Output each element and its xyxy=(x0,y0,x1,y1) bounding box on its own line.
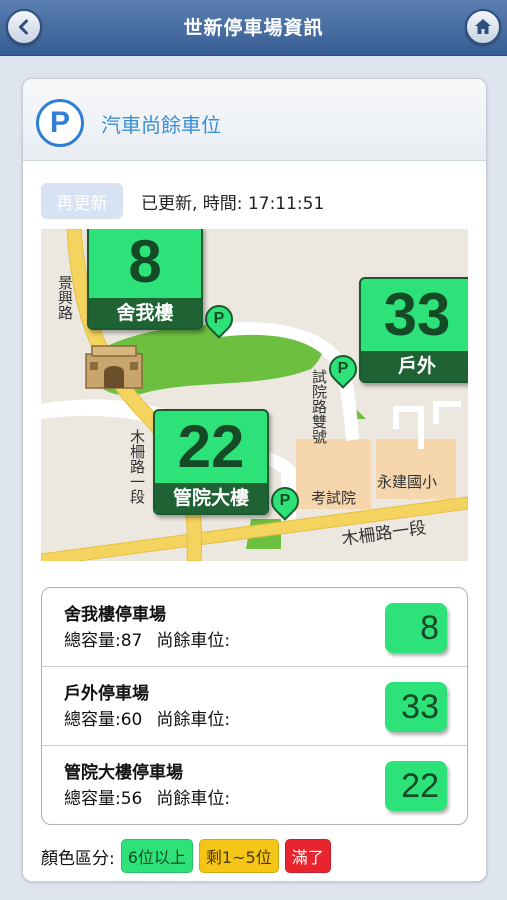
map-badge-shewo[interactable]: 8 舍我樓 xyxy=(87,229,203,330)
legend-chip-available: 6位以上 xyxy=(120,839,193,873)
lot-count-badge: 22 xyxy=(385,761,447,811)
road-label-muzha-vertical: 木柵路一段 xyxy=(128,429,146,504)
map-badge-management[interactable]: 22 管院大樓 xyxy=(153,409,269,515)
badge-count: 22 xyxy=(177,413,245,480)
road-label-jingxing: 景興路 xyxy=(56,275,74,320)
badge-label: 舍我樓 xyxy=(89,298,201,328)
page-title: 世新停車場資訊 xyxy=(183,17,324,39)
parking-card: P 汽車尚餘車位 再更新 已更新, 時間: 17:11:51 景興路 試院路雙號… xyxy=(22,78,487,882)
legend-label: 顏色區分: xyxy=(41,848,115,869)
map-badge-outdoor[interactable]: 33 戶外 xyxy=(359,277,468,383)
update-status: 已更新, 時間: 17:11:51 xyxy=(141,194,325,214)
legend-chip-few: 剩1~5位 xyxy=(198,839,279,873)
lot-name: 管院大樓停車場 xyxy=(64,763,183,783)
list-item[interactable]: 管院大樓停車場 總容量:56 尚餘車位: 22 xyxy=(42,746,467,824)
lot-info: 總容量:87 尚餘車位: xyxy=(64,631,231,651)
home-icon xyxy=(475,19,491,34)
badge-label: 戶外 xyxy=(361,351,468,381)
lot-info: 總容量:56 尚餘車位: xyxy=(64,789,231,809)
campus-map[interactable]: 景興路 試院路雙號 木柵路一段 木柵路一段 考試院 永建國小 P P P 8 舍… xyxy=(41,229,468,561)
card-title: 汽車尚餘車位 xyxy=(101,113,221,137)
badge-label: 管院大樓 xyxy=(155,483,267,513)
lot-count-badge: 33 xyxy=(385,682,447,732)
nav-bar: 世新停車場資訊 xyxy=(0,0,507,56)
badge-count: 33 xyxy=(383,281,451,348)
building-label-kaoshiyuan: 考試院 xyxy=(311,489,357,507)
lot-name: 戶外停車場 xyxy=(64,684,149,704)
list-item[interactable]: 舍我樓停車場 總容量:87 尚餘車位: 8 xyxy=(42,588,467,667)
home-button[interactable] xyxy=(465,9,501,45)
refresh-button[interactable]: 再更新 xyxy=(41,183,123,219)
card-header: P 汽車尚餘車位 xyxy=(23,79,486,161)
list-item[interactable]: 戶外停車場 總容量:60 尚餘車位: 33 xyxy=(42,667,467,746)
parking-icon: P xyxy=(36,99,84,147)
lot-count-badge: 8 xyxy=(385,603,447,653)
badge-count: 8 xyxy=(128,229,162,295)
color-legend: 顏色區分: 6位以上 剩1~5位 滿了 xyxy=(41,839,337,873)
lot-info: 總容量:60 尚餘車位: xyxy=(64,710,231,730)
road-label-shiyuan: 試院路雙號 xyxy=(310,369,328,444)
building-label-yongjian: 永建國小 xyxy=(377,473,438,491)
legend-chip-full: 滿了 xyxy=(284,839,331,873)
parking-lot-list: 舍我樓停車場 總容量:87 尚餘車位: 8 戶外停車場 總容量:60 尚餘車位: 3… xyxy=(41,587,468,825)
lot-name: 舍我樓停車場 xyxy=(64,605,166,625)
